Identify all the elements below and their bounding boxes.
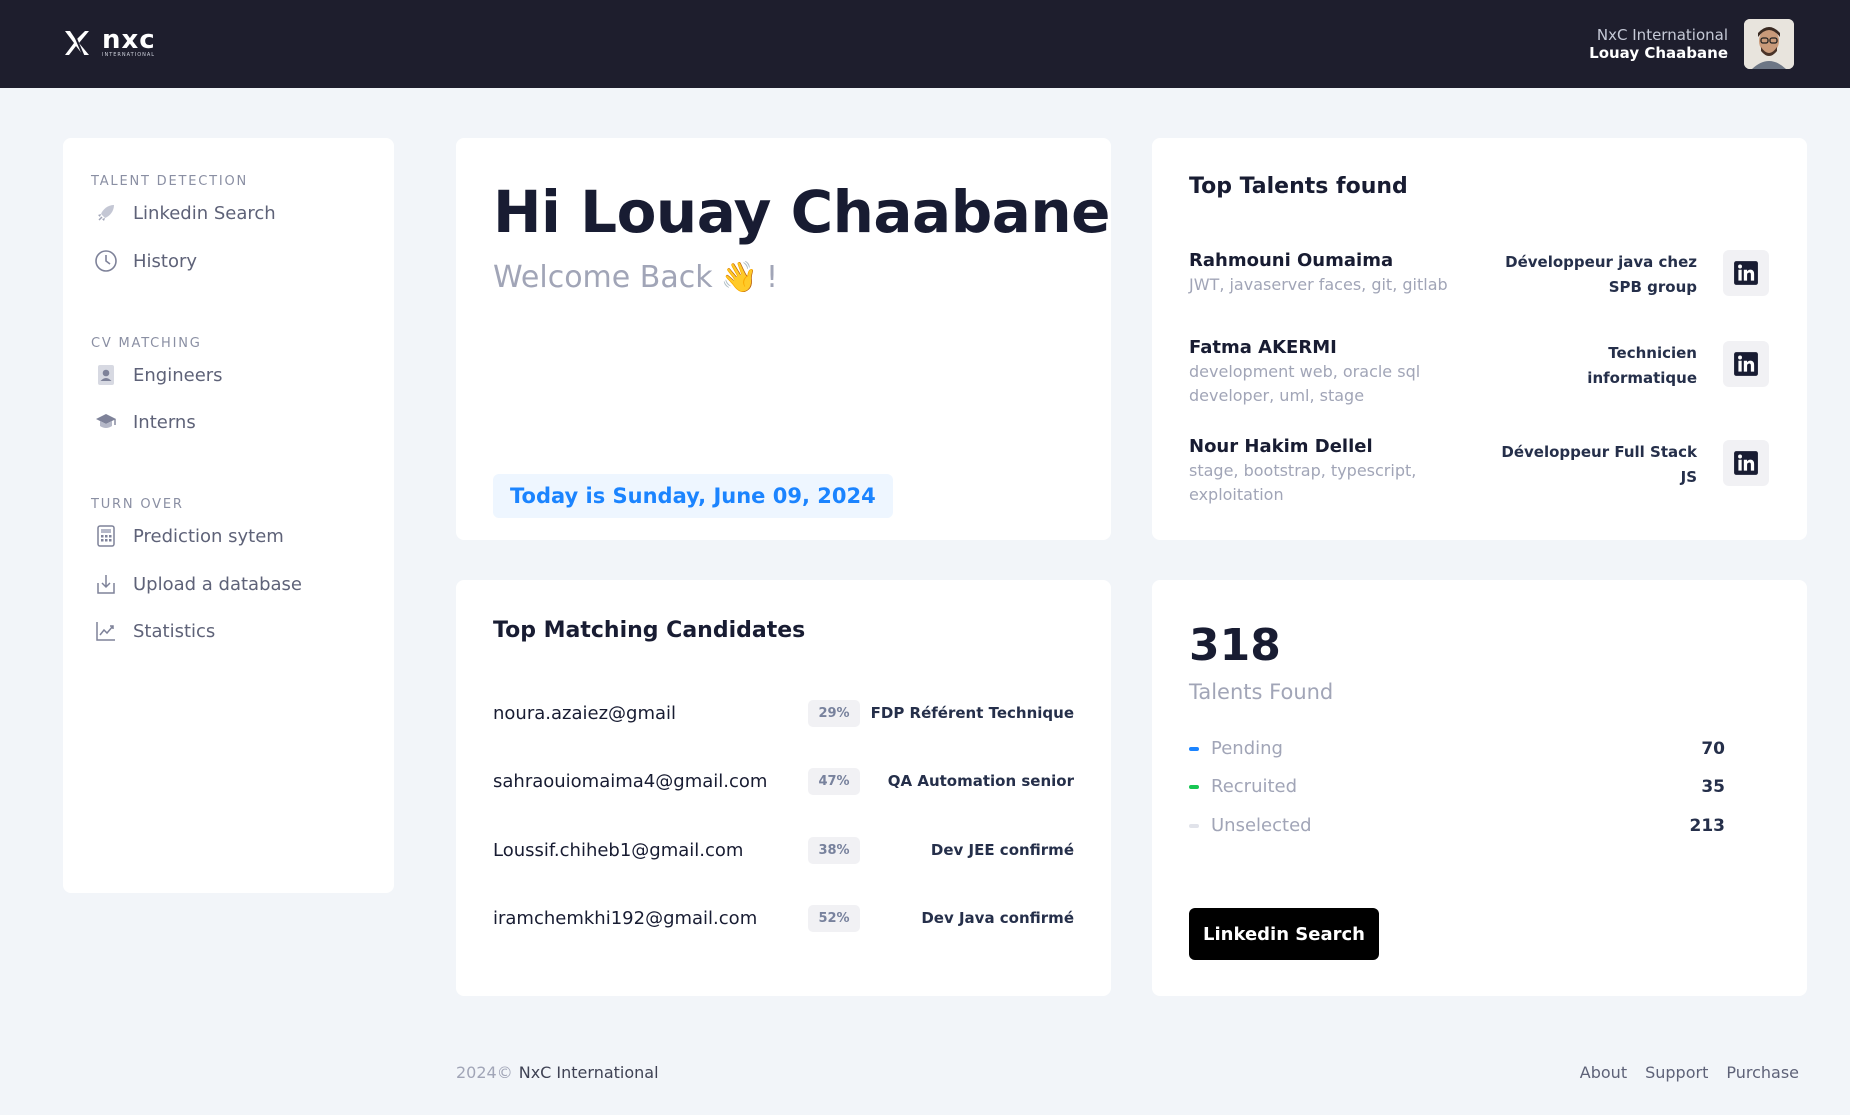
match-percent-badge: 29% [808,699,860,727]
legend-recruited: Recruited 35 [1189,776,1725,797]
sidebar: TALENT DETECTION Linkedin Search History… [63,138,394,893]
talent-skills: stage, bootstrap, typescript, exploitati… [1189,461,1417,504]
talent-row: Nour Hakim Dellel stage, bootstrap, type… [1189,436,1769,507]
talent-role: Technicien informatique [1587,344,1697,387]
avatar[interactable] [1744,19,1794,69]
footer-company: NxC International [518,1063,659,1082]
sidebar-item-statistics[interactable]: Statistics [93,618,215,644]
top-matching-title: Top Matching Candidates [493,618,806,643]
top-matching-card: Top Matching Candidates noura.azaiez@gma… [456,580,1111,996]
sidebar-item-upload-database[interactable]: Upload a database [93,571,302,597]
linkedin-icon [1734,352,1758,376]
logo-mark-icon [65,28,89,58]
candidate-email: noura.azaiez@gmail [493,702,677,724]
logo[interactable]: nxc INTERNATIONAL [62,24,156,58]
chart-line-icon [93,618,119,644]
linkedin-profile-button[interactable] [1723,440,1769,486]
sidebar-section-cv-matching: CV MATCHING [91,336,202,351]
legend-value: 35 [1701,776,1725,797]
top-talents-title: Top Talents found [1189,174,1408,199]
user-menu[interactable]: NxC International Louay Chaabane [1589,19,1794,69]
linkedin-icon [1734,261,1758,285]
sidebar-section-talent-detection: TALENT DETECTION [91,174,249,189]
sidebar-item-prediction-system[interactable]: Prediction sytem [93,523,284,549]
talents-total-label: Talents Found [1189,680,1334,704]
legend-dot [1189,823,1199,828]
profile-document-icon [93,362,119,388]
footer-link-purchase[interactable]: Purchase [1726,1063,1799,1082]
candidate-role: QA Automation senior [887,772,1074,790]
graduation-cap-icon [93,409,119,435]
match-percent-badge: 52% [808,904,860,932]
candidate-row[interactable]: iramchemkhi192@gmail.com 52% Dev Java co… [493,903,1074,933]
logo-text: nxc [102,24,156,55]
sidebar-item-label: History [133,250,198,272]
sidebar-item-label: Statistics [133,620,216,642]
candidate-email: Loussif.chiheb1@gmail.com [493,839,744,861]
talent-row: Rahmouni Oumaima JWT, javaserver faces, … [1189,250,1769,297]
talents-total: 318 [1189,620,1281,671]
sidebar-item-interns[interactable]: Interns [93,409,196,435]
candidate-role: Dev Java confirmé [921,909,1074,927]
sidebar-item-engineers[interactable]: Engineers [93,362,223,388]
candidate-role: FDP Référent Technique [870,704,1074,722]
match-percent-badge: 38% [808,836,860,864]
legend-pending: Pending 70 [1189,738,1725,759]
download-icon [93,571,119,597]
sidebar-item-label: Upload a database [133,573,302,595]
linkedin-profile-button[interactable] [1723,341,1769,387]
legend-label: Unselected [1211,815,1312,836]
sidebar-section-turn-over: TURN OVER [91,497,184,512]
match-percent-badge: 47% [808,767,860,795]
candidate-email: iramchemkhi192@gmail.com [493,907,758,929]
legend-dot [1189,784,1199,789]
clock-icon [93,248,119,274]
sidebar-item-label: Linkedin Search [133,202,276,224]
legend-unselected: Unselected 213 [1189,815,1725,836]
footer-link-about[interactable]: About [1580,1063,1627,1082]
sidebar-item-label: Prediction sytem [133,525,284,547]
talent-skills: JWT, javaserver faces, git, gitlab [1189,275,1448,294]
sidebar-item-linkedin-search[interactable]: Linkedin Search [93,200,276,226]
calculator-icon [93,523,119,549]
candidate-row[interactable]: noura.azaiez@gmail 29% FDP Référent Tech… [493,698,1074,728]
footer: 2024© NxC International About Support Pur… [456,1063,1799,1082]
candidate-email: sahraouiomaima4@gmail.com [493,770,768,792]
legend-label: Recruited [1211,776,1298,797]
user-company: NxC International [1596,26,1728,44]
waving-hand-icon: 👋 [720,260,758,295]
rocket-icon [93,200,119,226]
legend-dot [1189,746,1199,751]
talents-stats-card: 318 Talents Found Pending 70 Recruited 3… [1152,580,1807,996]
linkedin-icon [1734,451,1758,475]
welcome-subtitle: Welcome Back 👋 ! [493,260,778,295]
legend-value: 213 [1689,815,1726,836]
footer-year: 2024© [456,1063,513,1082]
legend-value: 70 [1701,738,1725,759]
talent-role: Développeur java chez SPB group [1505,253,1697,296]
welcome-exclaim: ! [765,260,778,295]
today-date-badge: Today is Sunday, June 09, 2024 [493,474,893,518]
top-talents-card: Top Talents found Rahmouni Oumaima JWT, … [1152,138,1807,540]
linkedin-profile-button[interactable] [1723,250,1769,296]
sidebar-item-label: Engineers [133,364,223,386]
logo-subtext: INTERNATIONAL [102,51,156,58]
welcome-subtitle-text: Welcome Back [493,260,713,295]
user-name: Louay Chaabane [1589,44,1728,62]
talent-role: Développeur Full Stack JS [1501,443,1697,486]
sidebar-item-history[interactable]: History [93,248,197,274]
talent-row: Fatma AKERMI development web, oracle sql… [1189,337,1769,408]
legend-label: Pending [1211,738,1283,759]
talent-skills: development web, oracle sql developer, u… [1189,362,1421,405]
candidate-row[interactable]: sahraouiomaima4@gmail.com 47% QA Automat… [493,766,1074,796]
candidate-role: Dev JEE confirmé [930,841,1074,859]
candidate-row[interactable]: Loussif.chiheb1@gmail.com 38% Dev JEE co… [493,835,1074,865]
top-header: nxc INTERNATIONAL NxC International Loua… [0,0,1850,88]
footer-link-support[interactable]: Support [1645,1063,1708,1082]
linkedin-search-button[interactable]: Linkedin Search [1189,908,1379,960]
welcome-title: Hi Louay Chaabane [493,178,1110,246]
welcome-card: Hi Louay Chaabane Welcome Back 👋 ! Today… [456,138,1111,540]
sidebar-item-label: Interns [133,411,196,433]
